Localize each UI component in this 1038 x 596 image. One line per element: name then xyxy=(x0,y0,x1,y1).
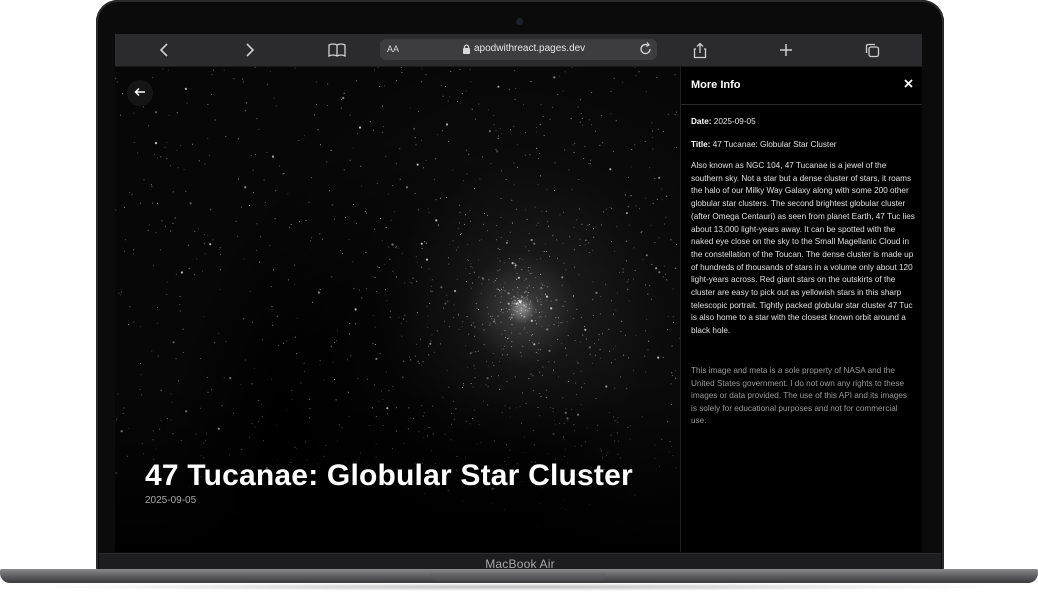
chevron-right-icon[interactable] xyxy=(239,40,261,60)
chevron-left-icon[interactable] xyxy=(153,40,175,60)
image-title: 47 Tucanae: Globular Star Cluster xyxy=(145,459,633,492)
laptop-notch xyxy=(430,573,606,581)
text-size-button[interactable]: AA xyxy=(387,44,399,54)
title-row: Title: 47 Tucanae: Globular Star Cluster xyxy=(691,140,915,149)
arrow-left-icon xyxy=(134,84,146,102)
share-icon[interactable] xyxy=(689,40,711,60)
date-value: 2025-09-05 xyxy=(713,117,756,126)
image-description: Also known as NGC 104, 47 Tucanae is a j… xyxy=(691,161,915,336)
title-value: 47 Tucanae: Globular Star Cluster xyxy=(712,140,837,149)
hero-image: 47 Tucanae: Globular Star Cluster 2025-0… xyxy=(115,67,680,552)
copyright-disclaimer: This image and meta is a sole property o… xyxy=(691,366,908,425)
lock-icon xyxy=(462,43,471,55)
reload-icon[interactable] xyxy=(638,41,653,57)
close-button[interactable] xyxy=(901,77,915,91)
panel-header: More Info xyxy=(681,67,922,105)
image-date: 2025-09-05 xyxy=(145,495,197,506)
date-label: Date: xyxy=(691,117,712,126)
plus-icon[interactable] xyxy=(775,40,797,60)
browser-toolbar: AA apodwithreact.pages.dev xyxy=(115,34,922,67)
date-row: Date: 2025-09-05 xyxy=(691,117,915,126)
laptop-shadow xyxy=(30,583,1008,591)
panel-title: More Info xyxy=(691,79,741,91)
webcam xyxy=(517,19,522,24)
back-button[interactable] xyxy=(127,80,153,106)
more-info-panel: More Info Date: 2025-09-05 Title: 47 Tuc… xyxy=(680,67,922,552)
page-content: 47 Tucanae: Globular Star Cluster 2025-0… xyxy=(115,67,922,552)
url-text: apodwithreact.pages.dev xyxy=(474,43,586,54)
tabs-icon[interactable] xyxy=(861,40,883,60)
address-bar[interactable]: AA apodwithreact.pages.dev xyxy=(380,39,657,60)
book-icon[interactable] xyxy=(326,40,348,60)
close-icon xyxy=(903,75,913,93)
title-label: Title: xyxy=(691,140,711,149)
laptop-screen: AA apodwithreact.pages.dev 47 Tucanae: G… xyxy=(115,34,922,552)
